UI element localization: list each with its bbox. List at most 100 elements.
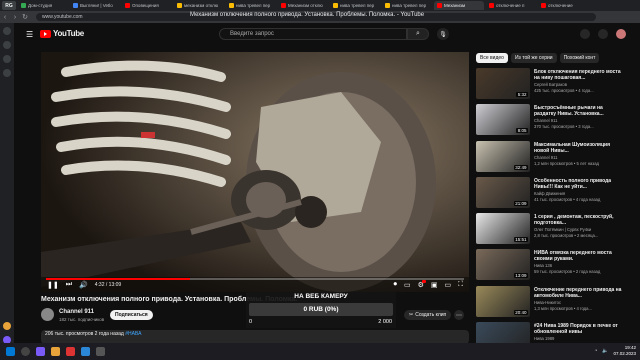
back-icon[interactable]: ‹ [0,14,10,21]
vivaldi-icon[interactable] [66,347,75,356]
tab-label: нива тревел пер [236,3,271,8]
forward-icon[interactable]: › [10,14,20,21]
extension-icon[interactable] [3,322,11,330]
recommendation-title[interactable]: #24 Нива 1989 Порядок в печке от обновле… [534,323,626,335]
search-input[interactable]: Введите запрос [219,28,407,40]
app2-icon[interactable] [96,347,105,356]
pause-icon[interactable]: ❚❚ [47,281,59,289]
history-icon[interactable] [3,41,11,49]
video-duration: 5:32 [516,92,528,97]
recommendation-item[interactable]: 21:09 Особенность полного привода Нивы!!!… [476,176,626,211]
recommendation-channel[interactable]: Нива 136 [534,263,552,268]
hamburger-menu-icon[interactable]: ☰ [26,30,33,39]
browser-tab[interactable]: Выгляни! | Vetlo [70,1,120,10]
network-icon[interactable]: ◔ [594,348,597,354]
browser-tab[interactable]: механизм отклю [174,1,224,10]
recommendation-item[interactable]: 32:49 Максимальная Шумоизоляция новой Нив… [476,140,626,175]
start-icon[interactable] [6,347,15,356]
filter-chip[interactable]: Похожий конт [559,53,600,63]
recommendation-title[interactable]: Блок отключения переднего моста на ниву … [534,69,626,81]
browser-logo[interactable]: RG [2,1,16,10]
browser-tab[interactable]: нива тревел пер [330,1,380,10]
recommendation-thumbnail[interactable]: 13:09 [476,249,530,281]
recommendation-item[interactable]: 13:09 НИВА отвязка переднего моста своими… [476,249,626,283]
browser-tab[interactable]: Оповещения [122,1,172,10]
recommendation-meta: 2,8 тыс. просмотров • 2 месяца... [534,233,599,239]
miniplayer-icon[interactable]: ▣ [431,281,438,289]
tab-label: нива тревел пер [340,3,375,8]
recommendation-channel[interactable]: Нива-Никитос [534,300,561,305]
view-stats: 206 тыс. просмотров 2 года назад [45,331,124,337]
video-duration: 15:51 [513,237,528,243]
volume-icon[interactable]: 🔊 [79,281,88,289]
channel-avatar[interactable] [41,308,54,321]
hashtag-link[interactable]: #НАВА [125,331,141,337]
recommendation-meta: 59 тыс. просмотров • 2 года назад [534,269,601,275]
create-clip-button[interactable]: ✂ Создать клип [404,310,452,320]
theater-mode-icon[interactable]: ▭ [444,281,451,289]
fullscreen-icon[interactable]: ⛶ [458,281,463,289]
notes-icon[interactable] [3,69,11,77]
filter-chip[interactable]: Все видео [476,53,508,63]
bookmark-icon[interactable] [3,27,11,35]
recommendation-thumbnail[interactable]: 20:40 [476,285,530,317]
more-actions-icon[interactable]: ⋯ [454,310,464,320]
recommendation-thumbnail[interactable]: 21:09 [476,176,530,208]
recommendation-item[interactable]: 15:51 1 серия , демонтаж, пескоструй, под… [476,213,626,247]
youtube-wordmark: YouTube [53,29,84,38]
create-icon[interactable] [580,29,590,39]
video-player[interactable] [41,52,469,292]
browser-tab[interactable]: нива тревел пер [382,1,432,10]
clock[interactable]: 19:42 07.02.2023 [613,345,636,356]
recommendation-channel[interactable]: Олег Потёмкин | Сурвх Ру4ки [534,227,591,232]
autoplay-toggle-icon[interactable]: ⏺ [393,281,397,289]
recommendation-thumbnail[interactable]: 32:49 [476,140,530,172]
search-taskbar-icon[interactable] [21,347,30,356]
description-box[interactable]: 206 тыс. просмотров 2 года назад #НАВА [41,330,469,344]
subscribe-button[interactable]: Подписаться [110,310,153,320]
filter-chip[interactable]: Из той же серии [510,53,557,63]
recommendation-channel[interactable]: Channel 911 [534,155,557,160]
recommendation-channel[interactable]: Кайф Движения [534,191,565,196]
recommendation-thumbnail[interactable]: 5:32 [476,68,530,99]
recommendation-thumbnail[interactable]: 15:51 [476,213,530,245]
subtitles-icon[interactable]: ▭ [404,281,411,289]
recommendation-title[interactable]: Максимальная Шумоизоляция новой Нивы... [534,142,626,154]
browser-tab[interactable]: Механизм [434,1,484,10]
notifications-icon[interactable] [598,29,608,39]
recommendation-item[interactable]: 20:40 Отключение переднего привода на авт… [476,285,626,320]
search-icon[interactable]: ⌕ [407,28,429,40]
recommendation-thumbnail[interactable]: 8:05 [476,104,530,136]
reload-icon[interactable]: ↻ [20,13,30,21]
tab-favicon-icon [281,3,286,8]
recommendation-channel[interactable]: Сергей Батраков [534,82,567,87]
progress-bar[interactable] [46,278,464,280]
donation-max: 2 000 [378,319,392,325]
settings-icon[interactable]: ⚙ [418,280,427,289]
browser-tab[interactable]: нива тревел пер [226,1,276,10]
recommendation-title[interactable]: НИВА отвязка переднего моста своими рука… [534,250,626,262]
browser-tab[interactable]: Дом-студия [18,1,68,10]
channel-name[interactable]: Channel 911 [59,309,94,315]
microphone-icon[interactable]: 🎙 [437,28,449,40]
recommendation-title[interactable]: Отключение переднего привода на автомоби… [534,287,626,299]
next-icon[interactable]: ⏭ [66,281,72,289]
youtube-logo[interactable]: YouTube [40,29,84,38]
recommendation-channel[interactable]: Нива 1989 [534,336,554,341]
recommendation-title[interactable]: Особенность полного привода Нивы!!! Как … [534,178,626,190]
browser-tab[interactable]: отключение [538,1,588,10]
downloads-icon[interactable] [3,55,11,63]
recommendation-title[interactable]: 1 серия , демонтаж, пескоструй, подготов… [534,214,626,226]
explorer-icon[interactable] [51,347,60,356]
recommendation-channel[interactable]: Channel 911 [534,118,557,123]
speaker-icon[interactable]: 🔈 [602,348,608,354]
recommendation-item[interactable]: 5:32 Блок отключения переднего моста на н… [476,68,626,102]
browser-tab[interactable]: Механизм отклю [278,1,328,10]
browser-tab[interactable]: отключение п [486,1,536,10]
tab-label: отключение [548,3,573,8]
recommendation-item[interactable]: 8:05 Быстросъёмные рычаги на раздатку Нив… [476,104,626,138]
telegram-icon[interactable] [81,347,90,356]
account-avatar[interactable] [616,29,626,39]
app-icon[interactable] [36,347,45,356]
recommendation-title[interactable]: Быстросъёмные рычаги на раздатку Нивы. У… [534,105,626,117]
